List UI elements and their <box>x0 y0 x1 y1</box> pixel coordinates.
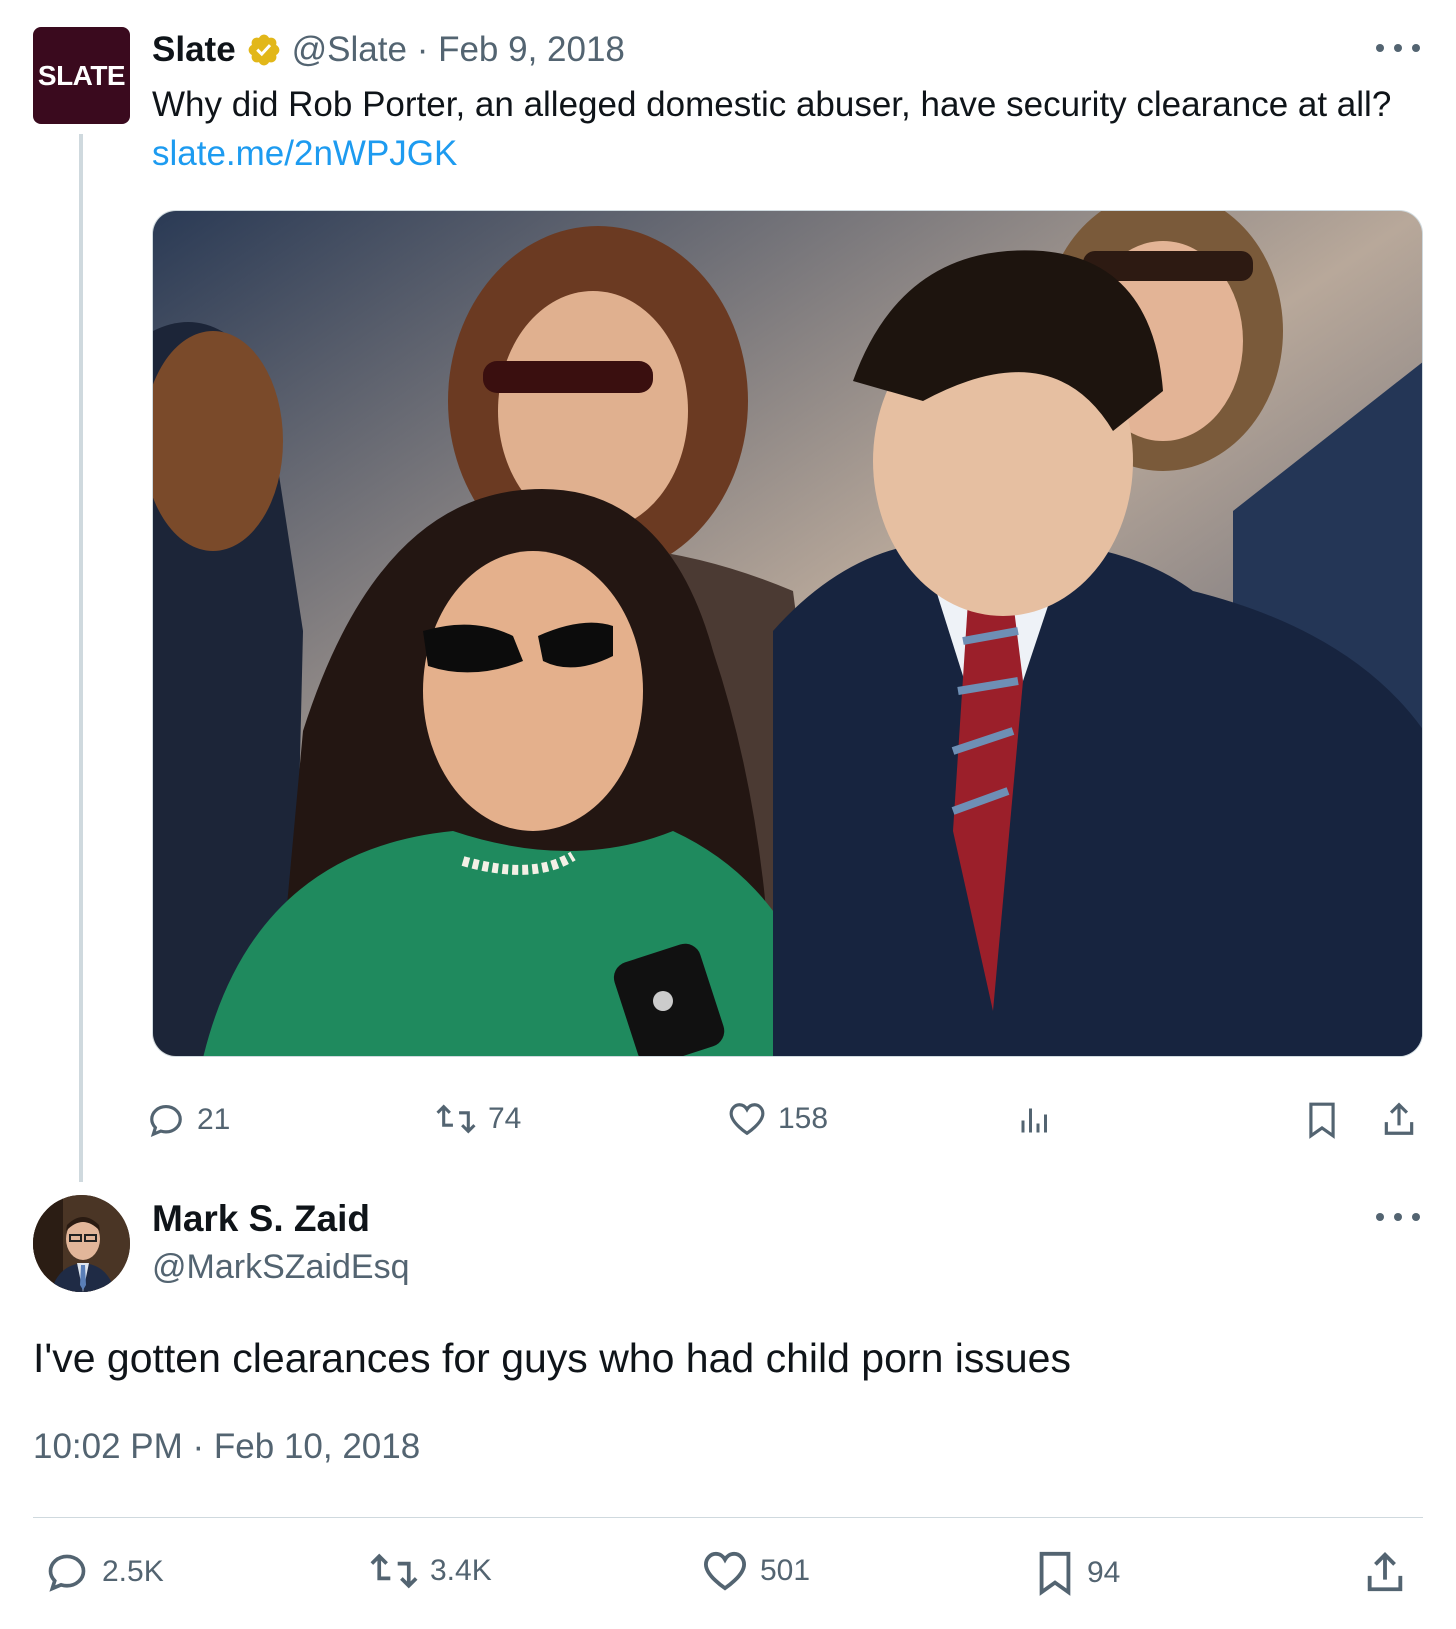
tweet-date[interactable]: Feb 9, 2018 <box>438 30 625 70</box>
reply-button[interactable]: 21 <box>147 1101 230 1139</box>
reply-timestamp[interactable]: 10:02 PM · Feb 10, 2018 <box>33 1427 420 1467</box>
reply-tweet-like-button[interactable]: 501 <box>702 1550 810 1592</box>
views-button[interactable] <box>1017 1101 1053 1137</box>
more-icon[interactable] <box>1376 38 1420 58</box>
like-button[interactable]: 158 <box>728 1101 828 1137</box>
article-link[interactable]: slate.me/2nWPJGK <box>152 134 457 173</box>
reply-author-handle[interactable]: @MarkSZaidEsq <box>152 1248 409 1287</box>
bookmark-button[interactable] <box>1305 1101 1339 1139</box>
share-icon <box>1384 1102 1414 1135</box>
reply-tweet-retweet-count: 3.4K <box>430 1554 492 1587</box>
parent-tweet-text: Why did Rob Porter, an alleged domestic … <box>152 80 1422 178</box>
divider <box>33 1517 1423 1518</box>
parent-tweet-header: Slate @Slate · Feb 9, 2018 <box>152 28 625 72</box>
reply-tweet-reply-button[interactable]: 2.5K <box>44 1550 164 1594</box>
like-icon <box>703 1551 747 1591</box>
bookmark-icon <box>1309 1102 1335 1139</box>
verified-badge-icon[interactable] <box>246 32 282 68</box>
reply-tweet-share-button[interactable] <box>1362 1548 1408 1596</box>
reply-tweet-bookmark-count: 94 <box>1087 1556 1121 1589</box>
slate-avatar[interactable]: SLATE <box>33 27 130 124</box>
reply-tweet-bookmark-button[interactable]: 94 <box>1035 1550 1120 1596</box>
reply-icon <box>48 1554 86 1592</box>
bookmark-icon <box>1039 1551 1071 1596</box>
author-handle[interactable]: @Slate <box>292 30 407 70</box>
reply-tweet-reply-count: 2.5K <box>102 1555 164 1588</box>
reply-tweet-text: I've gotten clearances for guys who had … <box>33 1335 1071 1381</box>
thread-connector-line <box>79 134 83 1182</box>
tweet-photo[interactable] <box>152 210 1423 1057</box>
retweet-icon <box>370 1553 418 1589</box>
share-icon <box>1367 1552 1403 1592</box>
like-count: 158 <box>778 1102 829 1135</box>
like-icon <box>729 1103 765 1136</box>
reply-more-icon[interactable] <box>1376 1207 1420 1227</box>
reply-icon <box>150 1104 182 1138</box>
slate-logo-text: SLATE <box>37 59 126 91</box>
retweet-button[interactable]: 74 <box>436 1101 521 1137</box>
reply-author-name[interactable]: Mark S. Zaid <box>152 1198 370 1240</box>
author-name[interactable]: Slate <box>152 30 236 70</box>
share-button[interactable] <box>1380 1099 1418 1139</box>
reply-tweet-retweet-button[interactable]: 3.4K <box>370 1550 492 1592</box>
retweet-count: 74 <box>488 1102 522 1135</box>
retweet-icon <box>436 1104 476 1134</box>
reply-tweet-like-count: 501 <box>760 1554 811 1587</box>
parent-tweet-body: Why did Rob Porter, an alleged domestic … <box>152 85 1392 124</box>
reply-count: 21 <box>197 1103 231 1136</box>
header-separator: · <box>406 30 439 69</box>
mark-zaid-avatar[interactable] <box>33 1195 130 1292</box>
views-icon <box>1021 1108 1047 1133</box>
